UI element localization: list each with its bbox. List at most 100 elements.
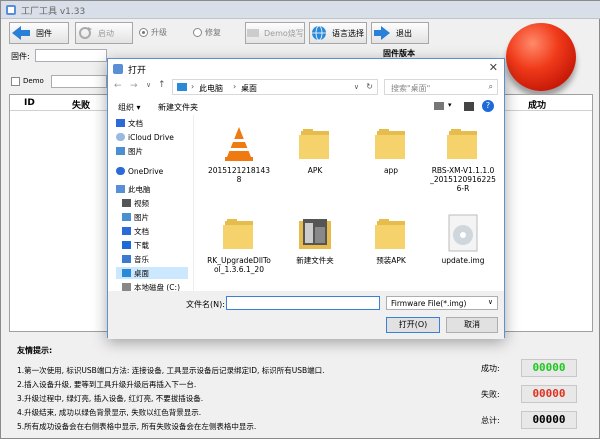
- chevron-down-icon[interactable]: ∨: [146, 81, 151, 89]
- nav-item[interactable]: 音乐: [122, 253, 149, 265]
- photo-folder-icon: [299, 219, 331, 249]
- file-item[interactable]: update.img: [430, 213, 496, 265]
- dialog-footer: 文件名(N): Firmware File(*.img) ∨ 打开(O) 取消: [108, 291, 504, 339]
- computer-icon: [177, 83, 187, 91]
- app-icon: [113, 64, 123, 74]
- tip-line: 4.升级结束, 成功以绿色背景显示, 失败以红色背景显示.: [17, 408, 202, 417]
- radio-dot-icon: [139, 28, 148, 37]
- firmware-label: 固件:: [11, 52, 30, 61]
- nav-item[interactable]: 视频: [122, 197, 149, 209]
- factory-tool-window: 工厂工具 v1.33 固件 启动 升级 修复 Demo烧写 语言选择 退出 固件…: [0, 0, 600, 439]
- picture-icon: [122, 213, 131, 221]
- col-fail: 失败: [72, 101, 91, 111]
- file-item[interactable]: 20151212181438: [206, 123, 272, 184]
- dialog-title-bar: 打开 ✕: [108, 59, 504, 79]
- nav-item[interactable]: 此电脑: [116, 183, 151, 195]
- nav-item[interactable]: 图片: [122, 211, 149, 223]
- nav-item[interactable]: 本地磁盘 (C:): [122, 281, 180, 291]
- disk-icon: [247, 29, 259, 37]
- exit-button[interactable]: 退出: [371, 22, 429, 44]
- desktop-icon: [122, 269, 131, 277]
- open-file-dialog: 打开 ✕ ← → ∨ ↑ › 此电脑 › 桌面 ∨ ↻ 搜索"桌面" ⌕ 组织 …: [107, 58, 505, 339]
- language-button[interactable]: 语言选择: [309, 22, 367, 44]
- up-icon[interactable]: ↑: [158, 80, 166, 90]
- nav-item[interactable]: 下载: [122, 239, 149, 251]
- search-icon: ⌕: [488, 82, 493, 91]
- nav-item[interactable]: 图片: [116, 145, 143, 157]
- upgrade-radio[interactable]: 升级: [139, 27, 167, 38]
- total-count: 00000: [521, 411, 577, 429]
- refresh-icon[interactable]: ↻: [366, 82, 373, 91]
- language-button-label: 语言选择: [332, 28, 364, 38]
- computer-icon: [116, 185, 125, 193]
- file-item[interactable]: app: [358, 123, 424, 175]
- filename-label: 文件名(N):: [186, 300, 225, 309]
- picture-icon: [116, 147, 125, 155]
- cancel-button[interactable]: 取消: [446, 317, 498, 333]
- download-icon: [122, 241, 131, 249]
- success-count-label: 成功:: [481, 364, 500, 373]
- folder-icon: [375, 219, 405, 249]
- title-bar: 工厂工具 v1.33: [1, 1, 600, 19]
- demo-checkbox[interactable]: [11, 77, 20, 86]
- file-item[interactable]: APK: [282, 123, 348, 175]
- open-button[interactable]: 打开(O): [386, 317, 440, 333]
- demo-path-field[interactable]: [51, 75, 107, 88]
- search-input[interactable]: 搜索"桌面": [391, 83, 430, 94]
- nav-item[interactable]: 文档: [122, 225, 149, 237]
- file-item[interactable]: 预装APK: [358, 213, 424, 265]
- nav-item[interactable]: 文档: [116, 117, 143, 129]
- search-box[interactable]: 搜索"桌面" ⌕: [384, 79, 498, 95]
- organize-button[interactable]: 组织 ▾: [118, 102, 141, 113]
- dialog-title: 打开: [128, 66, 147, 76]
- upgrade-radio-label: 升级: [151, 28, 167, 37]
- demo-label: Demo: [23, 77, 44, 85]
- view-icon[interactable]: [434, 102, 444, 110]
- globe-icon: [312, 25, 326, 41]
- folder-icon: [375, 129, 405, 159]
- chevron-down-icon: ∨: [487, 298, 493, 306]
- demo-burn-button[interactable]: Demo烧写: [245, 22, 305, 44]
- file-type-select[interactable]: Firmware File(*.img) ∨: [386, 296, 498, 310]
- file-item[interactable]: RBS-XM-V1.1.1.0_20151209162256-R: [430, 123, 496, 193]
- exit-button-label: 退出: [396, 28, 412, 38]
- tips-title: 友情提示:: [17, 346, 53, 355]
- nav-item-selected[interactable]: 桌面: [116, 267, 188, 279]
- help-icon[interactable]: ?: [482, 100, 494, 112]
- navigation-pane: 文档 iCloud Drive 图片 OneDrive 此电脑 视频 图片 文档…: [108, 115, 194, 291]
- nav-item[interactable]: OneDrive: [116, 165, 163, 177]
- firmware-path-field[interactable]: [35, 49, 107, 62]
- close-icon[interactable]: ✕: [489, 61, 498, 74]
- breadcrumb-item[interactable]: 此电脑: [199, 83, 223, 94]
- refresh-icon: [79, 27, 92, 39]
- start-button[interactable]: 启动: [75, 22, 133, 44]
- tip-line: 3.升级过程中, 绿灯亮, 插入设备, 红灯亮, 不要拔插设备.: [17, 394, 204, 403]
- breadcrumb-item[interactable]: 桌面: [241, 83, 257, 94]
- back-icon[interactable]: ←: [114, 81, 122, 91]
- window-title: 工厂工具 v1.33: [21, 7, 86, 17]
- chevron-down-icon[interactable]: ∨: [354, 83, 359, 91]
- file-item[interactable]: 新建文件夹: [282, 213, 348, 265]
- new-folder-button[interactable]: 新建文件夹: [158, 102, 198, 113]
- run-big-red-button[interactable]: [506, 23, 576, 91]
- preview-pane-icon[interactable]: [464, 102, 474, 111]
- success-count: 00000: [521, 359, 577, 377]
- folder-icon: [223, 219, 253, 249]
- cloud-icon: [116, 133, 125, 141]
- vlc-icon: [225, 127, 253, 161]
- start-button-label: 启动: [98, 28, 114, 38]
- music-icon: [122, 255, 131, 263]
- repair-radio[interactable]: 修复: [193, 27, 221, 38]
- tip-line: 1.第一次使用, 标识USB端口方法: 连接设备, 工具显示设备后记录绑定ID,…: [17, 366, 325, 375]
- fail-count: 00000: [521, 385, 577, 403]
- chevron-down-icon[interactable]: ▾: [448, 101, 452, 109]
- video-icon: [122, 199, 131, 207]
- file-item[interactable]: RK_UpgradeDllTool_1.3.6.1_20: [206, 213, 272, 274]
- firmware-button[interactable]: 固件: [9, 22, 69, 44]
- forward-icon[interactable]: →: [130, 81, 138, 91]
- repair-radio-label: 修复: [205, 28, 221, 37]
- nav-item[interactable]: iCloud Drive: [116, 131, 174, 143]
- tips-panel: 友情提示: 1.第一次使用, 标识USB端口方法: 连接设备, 工具显示设备后记…: [9, 339, 593, 437]
- address-bar[interactable]: › 此电脑 › 桌面 ∨ ↻: [172, 79, 378, 95]
- filename-input[interactable]: [226, 296, 380, 310]
